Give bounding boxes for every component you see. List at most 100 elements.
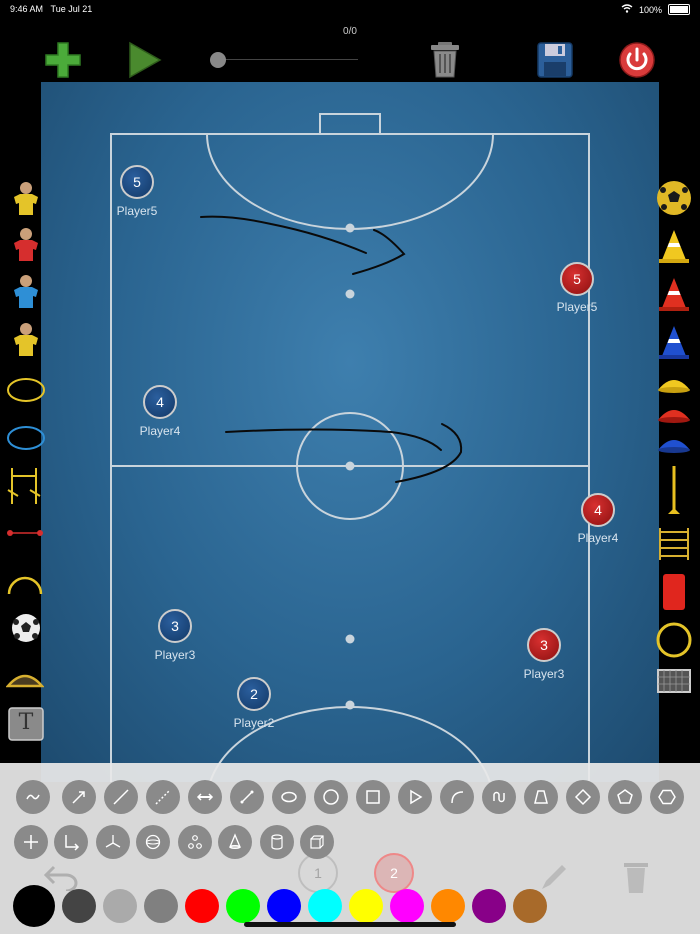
goal-arc-tool[interactable] [5,660,45,696]
ring-tool[interactable] [656,622,692,658]
blue-player-4[interactable]: 4 [143,385,177,419]
diamond-tool[interactable] [566,780,600,814]
pole-tool[interactable] [656,464,692,514]
color-blue[interactable] [267,889,301,923]
blue-player-3[interactable]: 3 [158,609,192,643]
sphere-tool[interactable] [136,825,170,859]
hidden-red-player-2[interactable]: 2 [374,853,414,893]
delete-frame-button[interactable] [425,40,465,80]
yellow-ellipse-icon [7,378,45,402]
cube-icon [310,835,324,849]
color-black[interactable] [13,885,55,927]
red-cone-tool[interactable] [656,276,692,312]
text-tool-letter: T [18,710,34,735]
plus-icon [45,42,81,78]
blue-cone-tool[interactable] [656,324,692,360]
color-magenta[interactable] [390,889,424,923]
play-icon [129,41,162,79]
corner-tool[interactable] [54,825,88,859]
blue-cone-icon [659,326,689,359]
straight-line-tool[interactable] [104,780,138,814]
pentagon-tool[interactable] [608,780,642,814]
color-purple[interactable] [472,889,506,923]
curve-icon [451,791,464,804]
cube-tool[interactable] [300,825,334,859]
red-player-3[interactable]: 3 [527,628,561,662]
yellow-ball-icon [657,181,691,215]
circle-tool[interactable] [314,780,348,814]
segment-line-tool[interactable] [230,780,264,814]
blue-player-5[interactable]: 5 [120,165,154,199]
timeline-slider[interactable] [210,52,358,68]
blue-zone-tool[interactable] [6,420,45,456]
yellow-zone-tool[interactable] [6,372,45,408]
pole-icon [668,466,680,514]
freehand-tool[interactable] [16,780,50,814]
cylinder-tool[interactable] [260,825,294,859]
double-arrow-tool[interactable] [188,780,222,814]
molecule-tool[interactable] [178,825,212,859]
frame-counter: 0/0 [343,26,357,37]
ellipse-tool[interactable] [272,780,306,814]
blue-player-2[interactable]: 2 [237,677,271,711]
arrow-line-tool[interactable] [62,780,96,814]
color-brown[interactable] [513,889,547,923]
red-disc-cone-icon [658,410,690,423]
wifi-icon [621,4,633,15]
rope-tool[interactable] [6,515,43,551]
slider-knob[interactable] [210,52,226,68]
color-gray[interactable] [144,889,178,923]
ball-tool[interactable] [8,610,44,646]
power-button[interactable] [617,40,657,80]
cone-icon [229,833,241,849]
drawing-tools-panel: 1 2 [0,763,700,934]
curve-tool[interactable] [440,780,474,814]
color-orange[interactable] [431,889,465,923]
dashed-line-tool[interactable] [146,780,180,814]
text-tool[interactable]: T [8,707,44,743]
color-dark-gray[interactable] [62,889,96,923]
hexagon-icon [658,789,676,805]
trapezoid-tool[interactable] [524,780,558,814]
ladder-tool[interactable] [656,526,692,562]
cylinder-icon [271,834,283,850]
red-player-5[interactable]: 5 [560,262,594,296]
color-red[interactable] [185,889,219,923]
rectangle-tool[interactable] [356,780,390,814]
cone-3d-tool[interactable] [218,825,252,859]
hurdle-tool[interactable] [6,466,42,504]
double-arrow-icon [196,793,214,801]
ball-yellow-tool[interactable] [656,180,692,216]
triangle-tool[interactable] [398,780,432,814]
add-frame-button[interactable] [43,40,83,80]
goalkeeper-player-tool[interactable] [8,321,44,357]
color-yellow[interactable] [349,889,383,923]
red-card-tool[interactable] [656,574,692,610]
yellow-shirt-player-icon [14,182,38,215]
clear-drawing-icon[interactable] [618,859,654,900]
save-button[interactable] [535,40,575,80]
blue-player-tool[interactable] [8,273,44,309]
color-light-gray[interactable] [103,889,137,923]
arc-tool[interactable] [6,564,43,600]
loop-tool[interactable] [482,780,516,814]
hidden-blue-player-1[interactable]: 1 [298,853,338,893]
rope-icon [7,530,43,536]
corner-angle-icon [65,835,80,851]
yellow-player-tool[interactable] [8,180,44,216]
yellow-cone-tool[interactable] [656,228,692,264]
blue-disc-tool[interactable] [656,426,692,462]
play-button[interactable] [124,40,164,80]
status-bar: 9:46 AM Tue Jul 21 100% [0,0,700,18]
red-player-4[interactable]: 4 [581,493,615,527]
color-green[interactable] [226,889,260,923]
hexagon-tool[interactable] [650,780,684,814]
axis-3d-tool[interactable] [96,825,130,859]
goal-net-tool[interactable] [656,666,692,702]
agility-ladder-icon [659,528,689,560]
red-player-tool[interactable] [8,226,44,262]
blue-player-3-label: Player3 [154,648,196,662]
futsal-field[interactable]: 5 Player5 4 Player4 3 Player3 2 Player2 … [41,82,659,782]
move-tool[interactable] [14,825,48,859]
color-cyan[interactable] [308,889,342,923]
